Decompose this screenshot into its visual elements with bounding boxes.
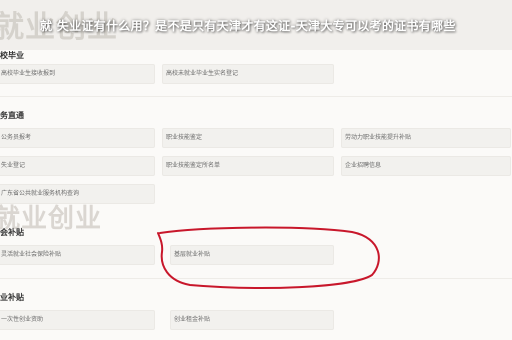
title-bar: 就业创业 就 失业证有什么用？是不是只有天津才有这证-天津大专可以考的证书有哪些 (0, 0, 512, 50)
service-card[interactable]: 一次性创业资助 (0, 310, 155, 330)
service-card[interactable]: 创业租金补贴 (170, 310, 334, 330)
service-card[interactable]: 灵活就业社会保险补贴 (0, 245, 155, 265)
page-headline: 就 失业证有什么用？是不是只有天津才有这证-天津大专可以考的证书有哪些 (40, 19, 456, 33)
service-card[interactable]: 企业招聘信息 (341, 156, 511, 176)
service-card[interactable]: 高校毕业生接收报到 (0, 64, 155, 84)
service-card[interactable]: 职业技能鉴定所名单 (162, 156, 334, 176)
section-title-express: 务直通 (0, 111, 24, 120)
service-card[interactable]: 劳动力职业技能提升补贴 (341, 128, 511, 148)
divider (0, 96, 512, 97)
service-card[interactable]: 公务员报考 (0, 128, 155, 148)
service-card[interactable]: 失业登记 (0, 156, 155, 176)
section-title-graduates: 校毕业 (0, 51, 24, 60)
service-card[interactable]: 职业技能鉴定 (162, 128, 334, 148)
section-title-startup: 业补贴 (0, 293, 24, 302)
service-card[interactable]: 高校未就业毕业生实名登记 (162, 64, 334, 84)
service-card[interactable]: 基层就业补贴 (170, 245, 334, 265)
section-title-subsidy: 会补贴 (0, 228, 24, 237)
divider (0, 278, 512, 279)
